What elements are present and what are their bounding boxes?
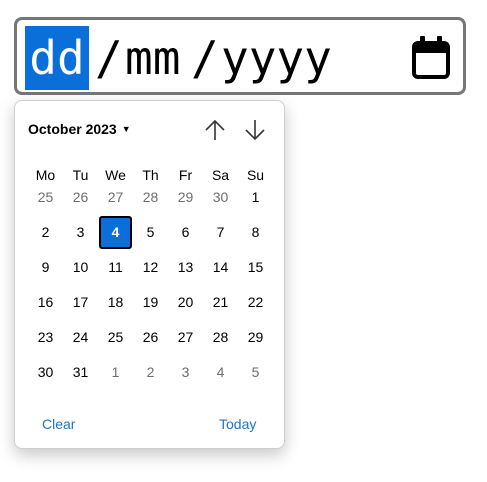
day-cell[interactable]: 20 xyxy=(168,285,203,320)
date-input-field[interactable]: dd / mm / yyyy xyxy=(14,17,466,95)
day-cell[interactable]: 1 xyxy=(98,355,133,390)
day-cell[interactable]: 29 xyxy=(168,180,203,215)
month-year-label: October 2023 xyxy=(28,121,117,137)
arrow-down-icon xyxy=(245,120,265,141)
caret-down-icon: ▼ xyxy=(121,124,131,134)
day-cell[interactable]: 16 xyxy=(28,285,63,320)
day-cell[interactable]: 25 xyxy=(98,320,133,355)
date-separator: / xyxy=(191,31,219,85)
day-cell[interactable]: 7 xyxy=(203,215,238,250)
day-cell[interactable]: 25 xyxy=(28,180,63,215)
month-segment[interactable]: mm xyxy=(125,26,180,90)
calendar-popup: October 2023 ▼ Mo Tu We Th Fr Sa Su 25 26 27 28 29 3… xyxy=(14,100,285,449)
day-cell[interactable]: 17 xyxy=(63,285,98,320)
day-cell[interactable]: 1 xyxy=(238,180,273,215)
day-cell[interactable]: 28 xyxy=(133,180,168,215)
day-cell[interactable]: 19 xyxy=(133,285,168,320)
day-cell[interactable]: 5 xyxy=(238,355,273,390)
clear-button[interactable]: Clear xyxy=(42,416,75,432)
day-cell[interactable]: 23 xyxy=(28,320,63,355)
day-cell[interactable]: 6 xyxy=(168,215,203,250)
calendar-button[interactable] xyxy=(409,35,453,79)
day-cell[interactable]: 5 xyxy=(133,215,168,250)
day-cell[interactable]: 30 xyxy=(28,355,63,390)
next-month-button[interactable] xyxy=(242,117,268,143)
day-cell[interactable]: 30 xyxy=(203,180,238,215)
day-cell[interactable]: 2 xyxy=(133,355,168,390)
day-cell[interactable]: 22 xyxy=(238,285,273,320)
day-cell[interactable]: 14 xyxy=(203,250,238,285)
day-cell[interactable]: 13 xyxy=(168,250,203,285)
previous-month-button[interactable] xyxy=(202,117,228,143)
date-separator: / xyxy=(95,31,123,85)
day-cell[interactable]: 18 xyxy=(98,285,133,320)
day-cell[interactable]: 28 xyxy=(203,320,238,355)
day-cell[interactable]: 10 xyxy=(63,250,98,285)
day-cell[interactable]: 2 xyxy=(28,215,63,250)
day-cell[interactable]: 21 xyxy=(203,285,238,320)
day-cell[interactable]: 29 xyxy=(238,320,273,355)
today-button[interactable]: Today xyxy=(219,416,256,432)
day-cell[interactable]: 12 xyxy=(133,250,168,285)
day-cell[interactable]: 3 xyxy=(168,355,203,390)
day-cell[interactable]: 4 xyxy=(203,355,238,390)
day-cell[interactable]: 9 xyxy=(28,250,63,285)
day-cell[interactable]: 15 xyxy=(238,250,273,285)
day-cell-selected[interactable]: 4 xyxy=(99,216,132,249)
day-cell[interactable]: 11 xyxy=(98,250,133,285)
day-cell[interactable]: 26 xyxy=(63,180,98,215)
calendar-icon xyxy=(412,36,450,79)
day-cell[interactable]: 3 xyxy=(63,215,98,250)
day-cell[interactable]: 27 xyxy=(168,320,203,355)
day-segment[interactable]: dd xyxy=(25,26,89,90)
day-cell[interactable]: 8 xyxy=(238,215,273,250)
arrow-up-icon xyxy=(205,119,225,140)
day-cell[interactable]: 27 xyxy=(98,180,133,215)
year-segment[interactable]: yyyy xyxy=(221,26,332,90)
day-cell[interactable]: 31 xyxy=(63,355,98,390)
month-year-dropdown[interactable]: October 2023 ▼ xyxy=(28,119,131,139)
day-cell[interactable]: 24 xyxy=(63,320,98,355)
day-cell[interactable]: 26 xyxy=(133,320,168,355)
